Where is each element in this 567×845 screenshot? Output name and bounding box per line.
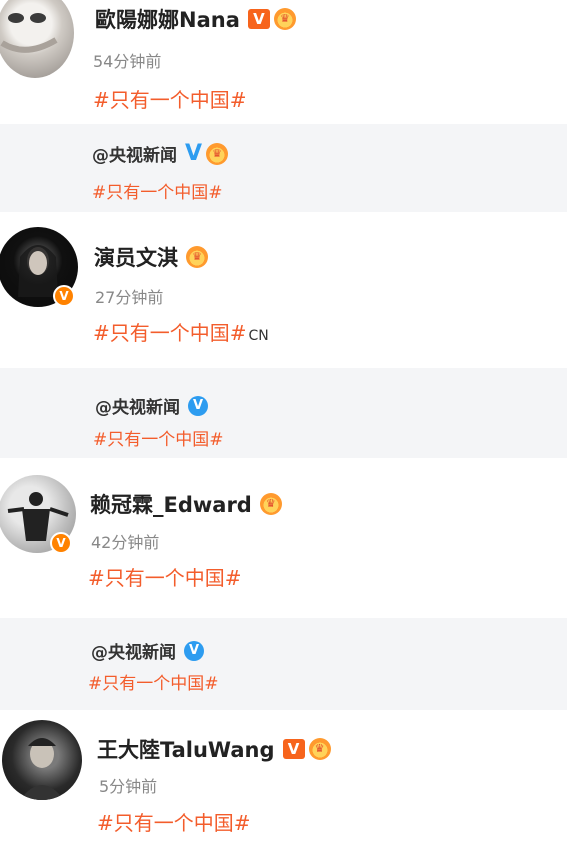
post-time: 54分钟前: [93, 52, 162, 71]
topic-link[interactable]: #只有一个中国#: [93, 84, 247, 113]
username[interactable]: 赖冠霖_Edward ♛: [90, 489, 282, 519]
crown-icon: ♛: [186, 246, 208, 268]
username[interactable]: 王大陸TaluWang V ♛: [97, 734, 331, 764]
repost-quote[interactable]: @央视新闻 V #只有一个中国#: [0, 618, 567, 710]
repost-quote[interactable]: @央视新闻 V #只有一个中国#: [0, 368, 567, 458]
weibo-post: 王大陸TaluWang V ♛ 5分钟前 #只有一个中国#: [0, 710, 567, 845]
topic-link[interactable]: #只有一个中国# CN: [93, 317, 269, 346]
avatar[interactable]: [2, 720, 82, 800]
verified-v-icon: V: [282, 739, 305, 759]
crown-icon: ♛: [206, 142, 229, 165]
post-time: 42分钟前: [91, 533, 160, 552]
post-time: 27分钟前: [95, 288, 164, 307]
repost-quote[interactable]: @央视新闻 V ♛ #只有一个中国#: [0, 124, 567, 212]
topic-link[interactable]: #只有一个中国#: [92, 178, 223, 203]
topic-link[interactable]: #只有一个中国#: [88, 562, 242, 591]
avatar[interactable]: [0, 0, 74, 78]
topic-suffix: CN: [248, 328, 269, 344]
verified-v-icon: V: [184, 640, 204, 661]
verified-v-icon: V: [188, 395, 208, 416]
verified-v-icon: V: [185, 141, 203, 166]
topic-link[interactable]: #只有一个中国#: [97, 807, 251, 836]
username[interactable]: 歐陽娜娜Nana V ♛: [95, 4, 296, 34]
crown-icon: ♛: [308, 738, 331, 760]
topic-link[interactable]: #只有一个中国#: [88, 669, 219, 694]
verified-badge-icon: V: [53, 285, 75, 307]
weibo-post: V 赖冠霖_Edward ♛ 42分钟前 #只有一个中国#: [0, 458, 567, 618]
crown-icon: ♛: [259, 493, 282, 515]
verified-v-icon: V: [247, 9, 270, 29]
crown-icon: ♛: [273, 8, 296, 30]
quoted-username[interactable]: @央视新闻 V: [95, 393, 212, 418]
weibo-post: 歐陽娜娜Nana V ♛ 54分钟前 #只有一个中国#: [0, 0, 567, 124]
verified-badge-icon: V: [50, 532, 72, 554]
post-time: 5分钟前: [99, 777, 158, 796]
username[interactable]: 演员文淇 ♛: [94, 242, 208, 272]
quoted-username[interactable]: @央视新闻 V: [91, 638, 208, 663]
weibo-post: V 演员文淇 ♛ 27分钟前 #只有一个中国# CN: [0, 212, 567, 368]
quoted-username[interactable]: @央视新闻 V ♛: [92, 141, 229, 166]
topic-link[interactable]: #只有一个中国#: [93, 425, 224, 450]
